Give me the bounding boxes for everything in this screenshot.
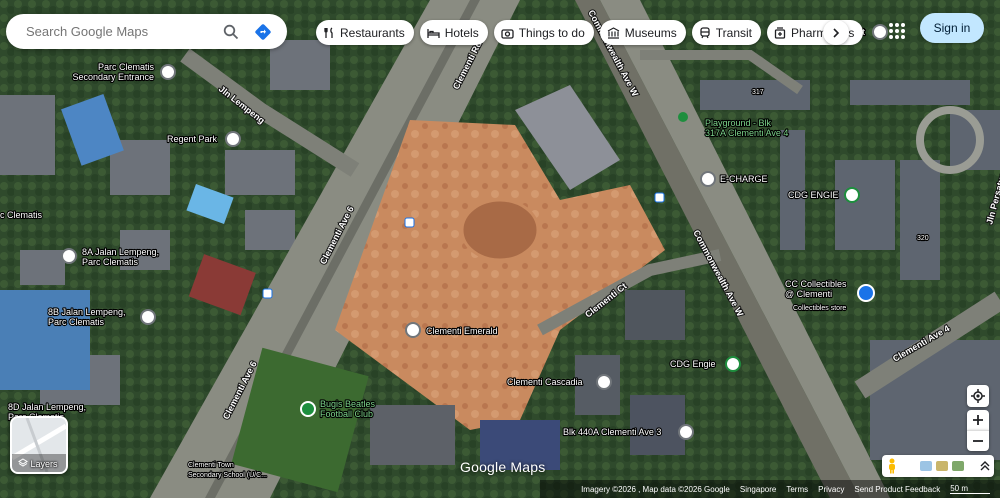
charging-icon <box>844 187 860 203</box>
chip-label: Transit <box>715 25 753 40</box>
place-label-line: Parc Clematis <box>48 317 105 327</box>
imagery-thumbnail-3[interactable] <box>952 461 964 471</box>
search-icon <box>223 24 239 39</box>
country-link[interactable]: Singapore <box>740 485 776 494</box>
search-input[interactable] <box>24 23 213 40</box>
chip-restaurants[interactable]: Restaurants <box>316 20 414 45</box>
place-pin-icon <box>700 171 716 187</box>
building-block <box>630 395 685 455</box>
imagery-attribution: Imagery ©2026 , Map data ©2026 Google <box>581 484 730 494</box>
crosshair-icon <box>971 389 985 403</box>
place-category: Collectibles store <box>793 305 846 312</box>
chip-label: Things to do <box>518 25 585 40</box>
pegman-icon[interactable] <box>886 458 898 474</box>
building-block <box>625 290 685 340</box>
place-label: CDG ENGIE <box>788 190 839 200</box>
place-label-line: Secondary School (U/C... <box>188 472 267 479</box>
expand-up-icon[interactable] <box>980 461 990 471</box>
place-label: Blk 440A Clementi Ave 3 <box>563 427 661 437</box>
place-label: Clementi Emerald <box>426 326 498 336</box>
google-maps-logo: Google Maps <box>460 459 546 475</box>
museum-icon <box>607 26 620 39</box>
camera-icon <box>501 28 514 39</box>
chip-things-to-do[interactable]: Things to do <box>493 20 594 45</box>
category-chips: Restaurants Hotels Things to do Museums … <box>316 20 864 45</box>
chip-label: Museums <box>624 25 677 40</box>
place-label: Bugis Beatles Football Club <box>320 399 376 419</box>
building-number: 317 <box>752 89 764 96</box>
terms-link[interactable]: Terms <box>786 485 808 494</box>
place-label-line: 317A Clementi Ave 4 <box>705 128 788 138</box>
zoom-in-button[interactable] <box>967 410 989 430</box>
bed-icon <box>427 28 440 38</box>
bus-stop-icon[interactable] <box>654 192 665 203</box>
place-label-line: Parc Clematis <box>82 257 139 267</box>
bus-stop-icon[interactable] <box>404 217 415 228</box>
chip-transit[interactable]: Transit <box>691 20 762 45</box>
plus-icon <box>973 415 983 425</box>
place-marker-cdg-engie-2[interactable]: CDG ENGIE <box>787 187 860 203</box>
pharmacy-icon <box>774 26 786 39</box>
place-label: Clementi Cascadia <box>507 377 583 387</box>
shopping-bag-icon <box>857 284 875 302</box>
chip-label: Restaurants <box>340 25 405 40</box>
map-footer: Imagery ©2026 , Map data ©2026 Google Si… <box>0 480 1000 498</box>
satellite-map[interactable]: Jln Lempeng Clementi Ave 6 Clementi Ave … <box>0 0 1000 498</box>
directions-button[interactable] <box>249 18 277 46</box>
imagery-thumbnail-1[interactable] <box>920 461 932 471</box>
sign-in-button[interactable]: Sign in <box>920 13 984 43</box>
search-button[interactable] <box>217 18 245 46</box>
place-label: Regent Park <box>167 134 218 144</box>
scale-bar[interactable]: 50 m <box>950 484 990 494</box>
bus-stop-icon[interactable] <box>262 288 273 299</box>
place-label-line: Football Club <box>320 409 373 419</box>
feedback-link[interactable]: Send Product Feedback <box>854 485 940 494</box>
place-label: E-CHARGE <box>720 174 768 184</box>
building-number: 320 <box>917 235 929 242</box>
layers-button[interactable]: Layers <box>10 416 68 474</box>
chip-label: Hotels <box>444 25 479 40</box>
place-marker-regent-park[interactable]: Regent Park <box>166 131 241 147</box>
chip-museums[interactable]: Museums <box>599 20 686 45</box>
excavation <box>460 198 540 262</box>
place-label: CDG Engie <box>670 359 716 369</box>
directions-icon <box>255 23 271 40</box>
search-box[interactable] <box>6 14 287 49</box>
place-pin-icon[interactable] <box>872 24 888 40</box>
chevron-right-icon <box>833 27 840 38</box>
playground-icon <box>678 112 688 122</box>
minus-icon <box>973 440 983 442</box>
google-apps-icon[interactable] <box>886 20 908 42</box>
fork-knife-icon <box>324 26 333 38</box>
place-pin-icon <box>678 424 694 440</box>
place-marker-e-charge[interactable]: E-CHARGE <box>700 171 769 187</box>
place-label: c Clematis <box>0 210 43 220</box>
place-pin-icon <box>160 64 176 80</box>
charging-icon <box>725 356 741 372</box>
privacy-link[interactable]: Privacy <box>818 485 844 494</box>
imagery-thumbnail-2[interactable] <box>936 461 948 471</box>
place-label-line: @ Clementi <box>785 289 832 299</box>
water-area <box>0 290 90 390</box>
chips-next-button[interactable] <box>823 20 849 45</box>
place-pin-icon <box>140 309 156 325</box>
park-pin-icon <box>300 401 316 417</box>
building-block <box>370 405 455 465</box>
chip-hotels[interactable]: Hotels <box>419 20 488 45</box>
train-icon <box>700 26 710 38</box>
place-pin-icon <box>61 248 77 264</box>
place-pin-icon <box>225 131 241 147</box>
zoom-out-button[interactable] <box>967 430 989 451</box>
layers-label: Layers <box>30 459 58 469</box>
place-pin-icon <box>405 322 421 338</box>
my-location-button[interactable] <box>967 385 989 407</box>
place-label-line: Secondary Entrance <box>72 72 154 82</box>
place-marker-cdg-engie-1[interactable]: CDG Engie <box>669 356 741 372</box>
map-bottom-toolbar <box>882 455 994 477</box>
place-pin-icon <box>596 374 612 390</box>
